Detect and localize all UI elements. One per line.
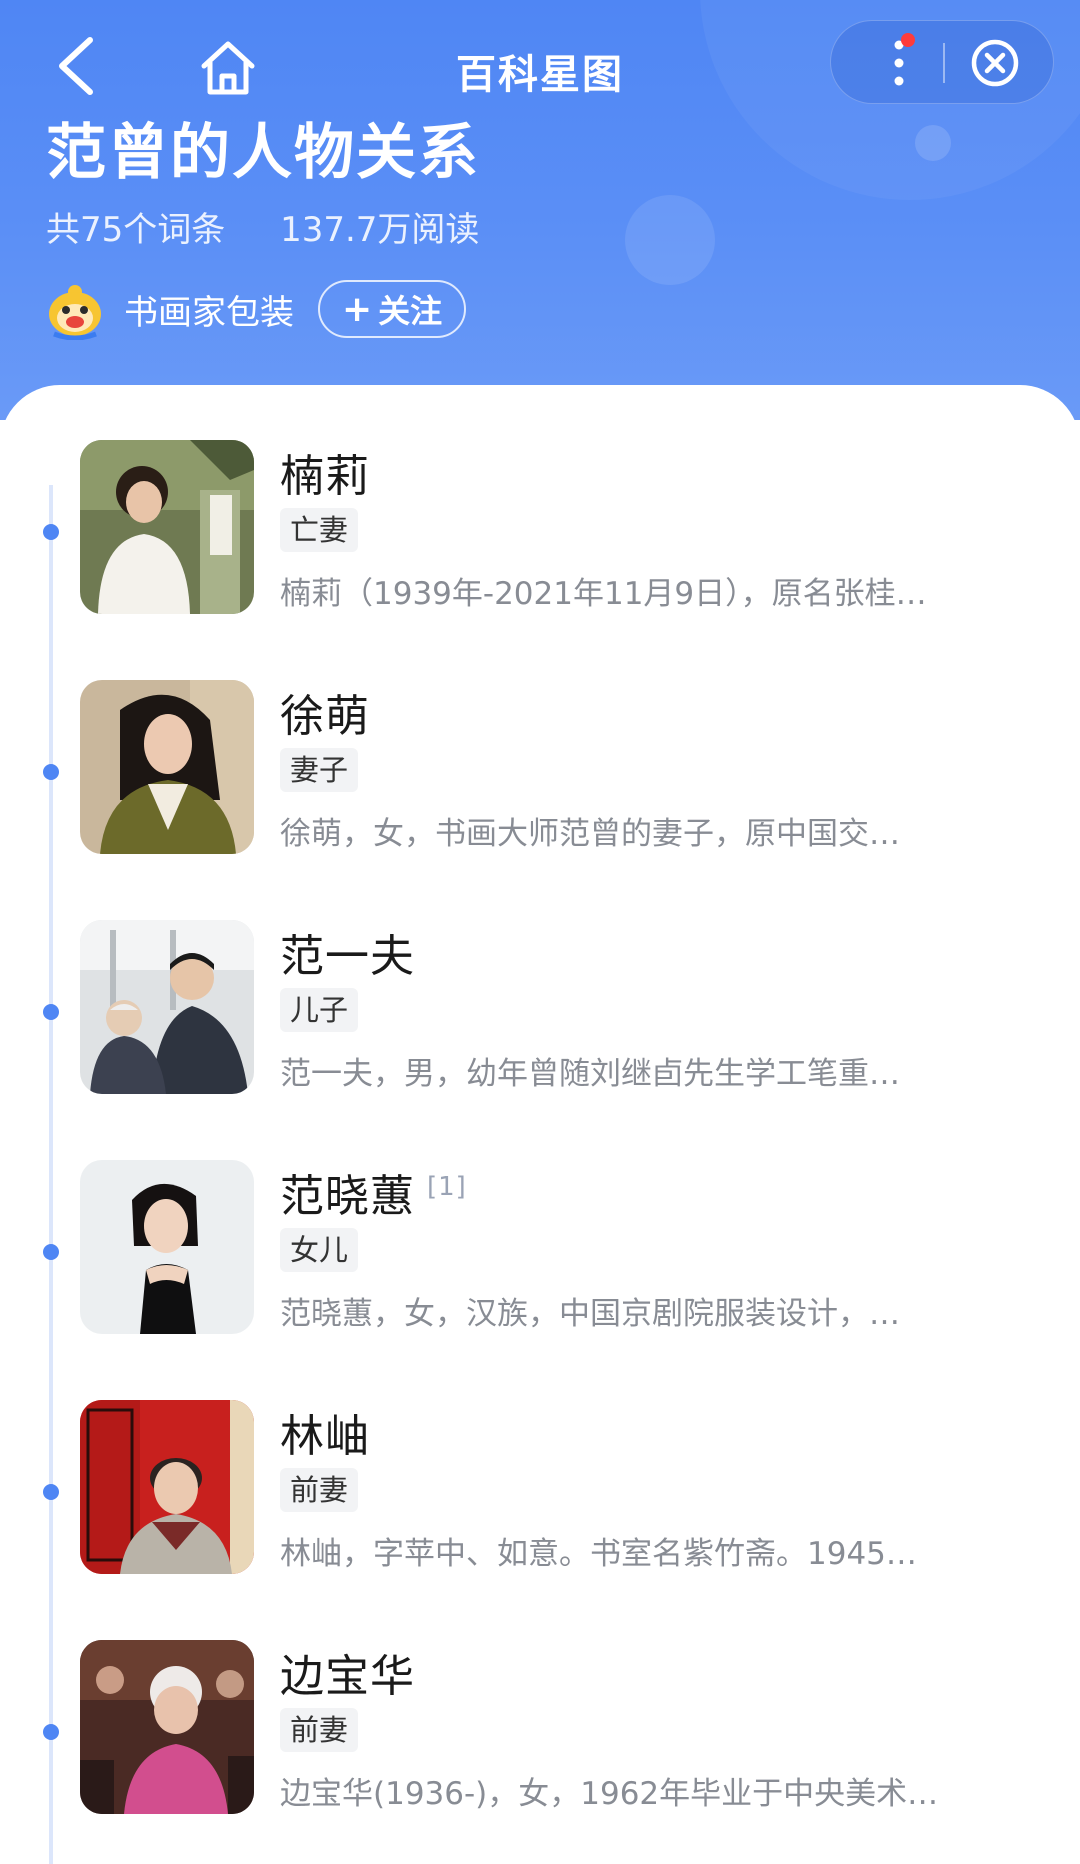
person-description: 楠莉（1939年-2021年11月9日），原名张桂…: [280, 576, 927, 612]
decor-bubble: [625, 195, 715, 285]
mascot-avatar-icon[interactable]: [44, 278, 106, 341]
page-title: 范曾的人物关系: [46, 118, 480, 188]
notification-dot: [901, 33, 915, 47]
page-stats: 共75个词条 137.7万阅读: [46, 202, 523, 251]
person-photo[interactable]: [80, 1640, 254, 1814]
plus-icon: +: [342, 288, 373, 330]
mini-program-capsule: [830, 20, 1054, 104]
person-description: 范一夫，男，幼年曾随刘继卣先生学工笔重…: [280, 1056, 900, 1092]
person-photo[interactable]: [80, 680, 254, 854]
timeline-dot: [43, 1244, 59, 1260]
relation-tag: 亡妻: [280, 508, 359, 552]
more-vertical-icon[interactable]: [871, 35, 927, 91]
person-photo[interactable]: [80, 440, 254, 614]
author-name[interactable]: 书画家包装: [124, 285, 294, 334]
person-description: 徐萌，女，书画大师范曾的妻子，原中国交…: [280, 816, 900, 852]
decor-bubble: [915, 125, 951, 161]
capsule-divider: [943, 43, 945, 83]
person-entry[interactable]: 林岫 前妻 林岫，字苹中、如意。书室名紫竹斋。1945…: [0, 1400, 1080, 1580]
timeline-dot: [43, 1484, 59, 1500]
person-description: 林岫，字苹中、如意。书室名紫竹斋。1945…: [280, 1536, 917, 1572]
person-entry[interactable]: 边宝华 前妻 边宝华(1936-)，女，1962年毕业于中央美术…: [0, 1640, 1080, 1820]
entry-count: 共75个词条: [46, 210, 226, 250]
person-name: 徐萌: [280, 691, 370, 742]
person-name: 边宝华: [280, 1651, 415, 1702]
header-banner: 百科星图 范曾的人物关系 共75个词条 137.7万阅读 书画家包装 + 关注: [0, 0, 1080, 420]
author-row: 书画家包装 + 关注: [44, 278, 467, 341]
person-photo[interactable]: [80, 1400, 254, 1574]
person-description: 边宝华(1936-)，女，1962年毕业于中央美术…: [280, 1776, 939, 1812]
relation-tag: 儿子: [280, 988, 359, 1032]
timeline-dot: [43, 764, 59, 780]
relation-tag: 前妻: [280, 1468, 359, 1512]
relation-tag: 前妻: [280, 1708, 359, 1752]
person-name: 楠莉: [280, 451, 370, 502]
person-entry[interactable]: 范晓蕙 [1] 女儿 范晓蕙，女，汉族，中国京剧院服装设计，…: [0, 1160, 1080, 1340]
follow-label: 关注: [378, 292, 443, 330]
top-navigation-bar: 百科星图: [0, 20, 1080, 110]
relation-tag: 女儿: [280, 1228, 359, 1272]
person-entry[interactable]: 徐萌 妻子 徐萌，女，书画大师范曾的妻子，原中国交…: [0, 680, 1080, 860]
person-photo[interactable]: [80, 920, 254, 1094]
person-entry[interactable]: 楠莉 亡妻 楠莉（1939年-2021年11月9日），原名张桂…: [0, 440, 1080, 620]
relationship-list-card: 楠莉 亡妻 楠莉（1939年-2021年11月9日），原名张桂… 徐萌 妻子 徐…: [0, 385, 1080, 1864]
read-count: 137.7万阅读: [280, 210, 480, 250]
close-circle-icon[interactable]: [967, 35, 1023, 91]
person-name: 范一夫: [280, 931, 415, 982]
person-entry[interactable]: 范一夫 儿子 范一夫，男，幼年曾随刘继卣先生学工笔重…: [0, 920, 1080, 1100]
timeline-dot: [43, 1724, 59, 1740]
timeline-dot: [43, 524, 59, 540]
reference-marker[interactable]: [1]: [427, 1172, 467, 1202]
person-photo[interactable]: [80, 1160, 254, 1334]
relation-tag: 妻子: [280, 748, 359, 792]
person-name: 林岫: [280, 1411, 370, 1462]
follow-button[interactable]: + 关注: [318, 280, 467, 338]
timeline-dot: [43, 1004, 59, 1020]
person-description: 范晓蕙，女，汉族，中国京剧院服装设计，…: [280, 1296, 900, 1332]
person-name: 范晓蕙 [1]: [280, 1171, 467, 1222]
